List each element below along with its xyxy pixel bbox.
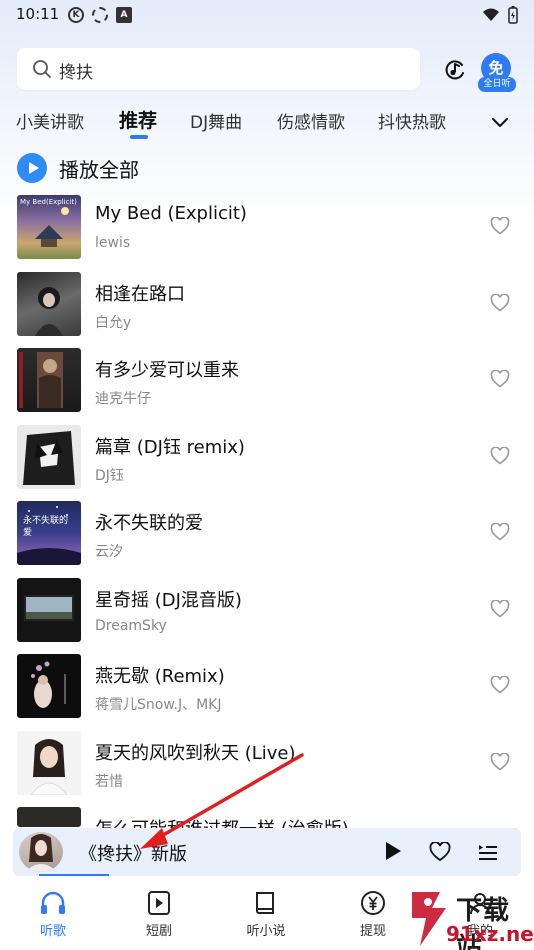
cover-text: My Bed(Explicit) (20, 198, 77, 206)
song-title: 燕无歇 (Remix) (95, 666, 225, 687)
heart-icon[interactable] (490, 294, 510, 312)
song-row[interactable]: 有多少爱可以重来 迪克牛仔 (0, 348, 534, 414)
tab-xiaomei[interactable]: 小美讲歌 (16, 108, 84, 133)
song-artist: DreamSky (95, 618, 167, 634)
song-row[interactable]: 永不失联的爱 永不失联的爱 云汐 (0, 501, 534, 567)
active-tab-indicator (130, 135, 148, 139)
song-title: 有多少爱可以重来 (95, 360, 239, 381)
playback-progress-bar (39, 874, 109, 876)
song-artist: 云汐 (95, 544, 123, 560)
song-row[interactable]: 夏天的风吹到秋天 (Live) 若惜 (0, 731, 534, 797)
battery-icon (508, 6, 518, 24)
nav-withdraw[interactable]: 提现 (343, 890, 403, 939)
now-playing-cover (19, 832, 63, 872)
tab-sad-songs[interactable]: 伤感情歌 (277, 108, 345, 133)
yuan-coin-icon (361, 891, 385, 915)
album-cover (17, 654, 81, 718)
album-cover (17, 272, 81, 336)
play-circle-icon (17, 153, 47, 183)
mini-player[interactable]: 《搀扶》新版 (13, 828, 521, 876)
tab-hot-songs[interactable]: 抖快热歌 (378, 108, 446, 133)
album-cover (17, 731, 81, 795)
nav-label: 提现 (359, 924, 386, 939)
heart-icon[interactable] (490, 753, 510, 771)
a-app-icon: A (116, 7, 132, 23)
play-all-button[interactable]: 播放全部 (17, 152, 139, 184)
free-badge-label: 全日听 (478, 77, 516, 92)
song-row[interactable]: 星奇摇 (DJ混音版) DreamSky (0, 578, 534, 644)
song-row[interactable]: My Bed(Explicit) My Bed (Explicit) lewis (0, 195, 534, 261)
now-playing-title: 《搀扶》新版 (79, 844, 187, 865)
heart-icon[interactable] (490, 447, 510, 465)
k-app-icon: K (68, 7, 84, 23)
status-time: 10:11 (16, 5, 60, 23)
song-artist: lewis (95, 235, 131, 251)
song-artist: 若惜 (95, 774, 123, 790)
song-artist: DJ钰 (95, 468, 124, 484)
wifi-icon (483, 8, 499, 21)
song-row[interactable]: 燕无歇 (Remix) 蒋雪儿Snow.J、MKJ (0, 654, 534, 720)
heart-icon[interactable] (490, 523, 510, 541)
song-artist: 白允y (95, 315, 132, 331)
heart-icon[interactable] (490, 370, 510, 388)
chevron-down-icon[interactable] (490, 112, 510, 132)
video-play-icon (148, 891, 170, 915)
aperture-icon (92, 7, 108, 23)
song-artist: 蒋雪儿Snow.J、MKJ (95, 697, 222, 713)
watermark-url: 91xz.net (446, 922, 534, 946)
search-input[interactable]: 搀扶 (17, 48, 420, 90)
system-icons (482, 6, 518, 24)
album-cover: 永不失联的爱 (17, 501, 81, 565)
book-icon (256, 892, 274, 914)
nav-listen-songs[interactable]: 听歌 (23, 890, 83, 939)
search-icon (33, 60, 51, 78)
free-listen-badge[interactable]: 免 全日听 (478, 53, 516, 92)
heart-icon[interactable] (490, 217, 510, 235)
nav-label: 听小说 (246, 924, 286, 939)
song-title: My Bed (Explicit) (95, 203, 247, 224)
notification-icons: K A (68, 7, 132, 23)
song-title: 永不失联的爱 (95, 513, 203, 534)
song-title: 相逢在路口 (95, 284, 185, 305)
album-cover: My Bed(Explicit) (17, 195, 81, 259)
play-all-label: 播放全部 (59, 157, 139, 182)
heart-icon[interactable] (490, 676, 510, 694)
song-row[interactable]: 相逢在路口 白允y (0, 272, 534, 338)
playlist-icon[interactable] (477, 842, 499, 862)
category-tabs: 小美讲歌 推荐 DJ舞曲 伤感情歌 抖快热歌 (0, 108, 534, 140)
song-title: 夏天的风吹到秋天 (Live) (95, 743, 296, 764)
play-icon[interactable] (383, 840, 403, 862)
tab-recommend[interactable]: 推荐 (119, 106, 157, 133)
nav-audio-novel[interactable]: 听小说 (236, 890, 296, 939)
album-cover (17, 807, 81, 827)
search-query: 搀扶 (59, 63, 93, 83)
nav-label: 听歌 (39, 924, 66, 939)
song-artist: 迪克牛仔 (95, 391, 151, 407)
album-cover (17, 425, 81, 489)
music-recognize-icon[interactable] (443, 57, 467, 81)
album-cover (17, 348, 81, 412)
song-title: 星奇摇 (DJ混音版) (95, 590, 242, 611)
headphones-icon (41, 891, 65, 914)
song-row[interactable]: 篇章 (DJ钰 remix) DJ钰 (0, 425, 534, 491)
album-cover (17, 578, 81, 642)
song-title: 篇章 (DJ钰 remix) (95, 437, 245, 458)
cover-text: 永不失联的爱 (23, 516, 69, 538)
favorite-heart-icon[interactable] (429, 842, 451, 862)
tab-dj[interactable]: DJ舞曲 (190, 108, 242, 133)
nav-label: 短剧 (145, 924, 172, 939)
site-watermark: 下载站 91xz.net (406, 888, 534, 950)
nav-short-drama[interactable]: 短剧 (129, 890, 189, 939)
status-bar: 10:11 K A (0, 0, 534, 30)
heart-icon[interactable] (490, 600, 510, 618)
